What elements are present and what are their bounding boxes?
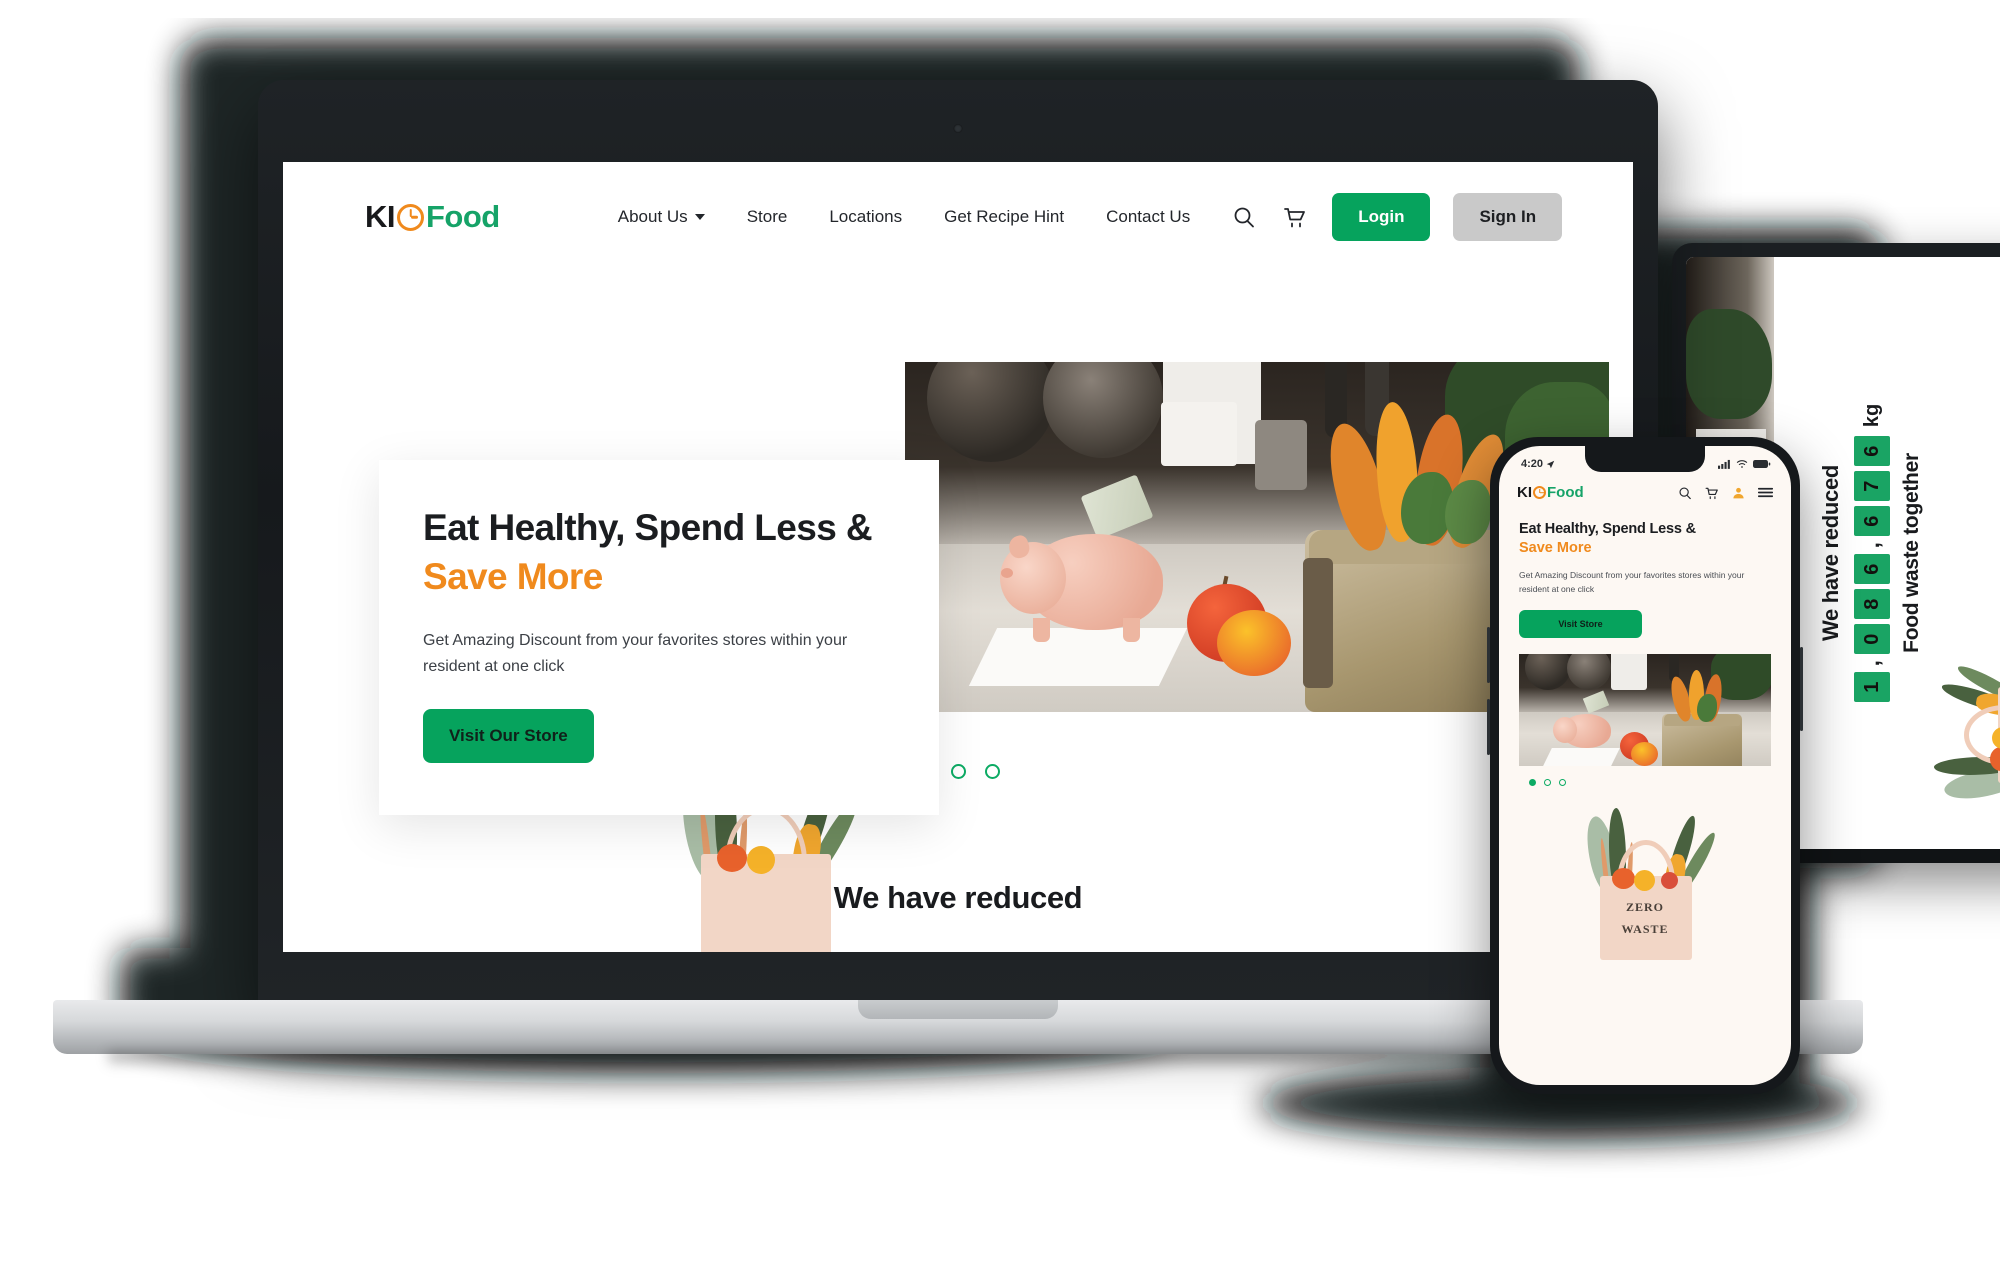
bag-text-zero: ZERO	[1625, 900, 1664, 915]
tablet-counter-subtitle: Food waste together	[1900, 453, 1923, 653]
carousel-dot-3[interactable]	[984, 764, 1000, 779]
phone-carousel-dots	[1519, 779, 1771, 787]
counter-digit: 1	[1854, 672, 1890, 703]
counter-unit: kg	[1860, 403, 1883, 428]
nav-label: Get Recipe Hint	[944, 207, 1065, 226]
clock-icon	[1533, 486, 1546, 499]
cellular-icon	[1718, 459, 1730, 469]
phone-hero-paragraph: Get Amazing Discount from your favorites…	[1519, 570, 1745, 595]
nav-label: About Us	[617, 207, 688, 226]
phone-visit-store-button[interactable]: Visit Store	[1519, 610, 1642, 639]
nav-label: Locations	[829, 207, 903, 226]
brand-name-suffix: Food	[426, 199, 500, 234]
hamburger-menu-icon[interactable]	[1758, 486, 1773, 499]
nav-item-contact-us[interactable]: Contact Us	[1106, 207, 1190, 227]
visit-our-store-button[interactable]: Visit Our Store	[423, 709, 594, 764]
phone-hero-heading-line2: Save More	[1519, 540, 1592, 556]
status-time: 4:20	[1521, 458, 1544, 470]
phone-zero-waste-bag-illustration: ZERO WASTE	[1575, 807, 1719, 961]
site-header: KI Food About Us Store Locations Get Rec…	[283, 162, 1633, 272]
search-icon[interactable]	[1678, 486, 1692, 500]
nav-item-about-us[interactable]: About Us	[618, 207, 705, 227]
we-have-reduced-section: We have reduced	[283, 767, 1633, 952]
phone-notch	[1585, 446, 1705, 472]
counter-digit: 0	[1854, 624, 1890, 655]
phone-device: 4:20 KI Food Eat Healthy, Spend Less & S…	[1487, 437, 1803, 1094]
phone-hero-photo-kitchen	[1519, 654, 1771, 767]
chevron-down-icon	[694, 214, 705, 220]
nav-item-get-recipe-hint[interactable]: Get Recipe Hint	[944, 207, 1064, 227]
counter-digit: 7	[1854, 471, 1890, 502]
laptop-base-notch	[858, 1000, 1058, 1019]
battery-icon	[1753, 459, 1771, 469]
carousel-dot-2[interactable]	[950, 764, 966, 779]
screenshot-stage: We have reduced 1 , 0 8 6 , 6 7 6 kg Foo…	[0, 0, 2000, 1285]
phone-brand-logo[interactable]: KI Food	[1517, 484, 1584, 501]
counter-separator: ,	[1859, 660, 1884, 667]
counter-digit: 6	[1854, 436, 1890, 467]
hero-paragraph: Get Amazing Discount from your favorites…	[423, 631, 848, 675]
carousel-dot-1[interactable]	[1529, 779, 1536, 787]
main-navigation: About Us Store Locations Get Recipe Hint	[618, 207, 1190, 227]
nav-label: Contact Us	[1106, 207, 1191, 226]
brand-logo[interactable]: KI Food	[365, 199, 500, 235]
counter-digit: 8	[1854, 589, 1890, 620]
location-arrow-icon	[1546, 460, 1555, 468]
hero-heading-line1: Eat Healthy, Spend Less &	[423, 507, 873, 548]
hero-heading-line2: Save More	[423, 555, 603, 597]
brand-name-prefix: KI	[1517, 484, 1532, 501]
counter-separator: ,	[1859, 542, 1884, 549]
phone-hero-image	[1519, 654, 1771, 767]
hero-text-card: Eat Healthy, Spend Less & Save More Get …	[379, 460, 939, 816]
carousel-dot-3[interactable]	[1559, 779, 1566, 787]
user-icon[interactable]	[1732, 486, 1745, 500]
counter-digit: 6	[1854, 506, 1890, 537]
cart-icon[interactable]	[1281, 203, 1309, 231]
phone-header: KI Food	[1499, 470, 1791, 501]
tablet-counter-title: We have reduced	[1818, 464, 1843, 642]
laptop-webcam	[953, 124, 963, 133]
phone-hero-heading-line1: Eat Healthy, Spend Less &	[1519, 521, 1696, 537]
phone-header-icons	[1678, 486, 1773, 500]
phone-volume-up-button[interactable]	[1487, 627, 1490, 683]
nav-item-locations[interactable]: Locations	[829, 207, 902, 227]
signin-button[interactable]: Sign In	[1453, 193, 1563, 241]
laptop-device: KI Food About Us Store Locations Get Rec…	[53, 80, 1863, 1068]
search-icon[interactable]	[1230, 203, 1258, 231]
login-button[interactable]: Login	[1332, 193, 1431, 241]
tablet-counter-section: We have reduced 1 , 0 8 6 , 6 7 6 kg Foo…	[1804, 257, 1924, 849]
carousel-dot-2[interactable]	[1544, 779, 1551, 787]
tablet-counter-digits: 1 , 0 8 6 , 6 7 6 kg	[1854, 403, 1890, 703]
cart-icon[interactable]	[1705, 486, 1719, 500]
section-heading-we-have-reduced: We have reduced	[833, 880, 1083, 915]
phone-power-button[interactable]	[1800, 647, 1803, 731]
phone-screen: 4:20 KI Food Eat Healthy, Spend Less & S…	[1499, 446, 1791, 1085]
clock-icon	[397, 203, 424, 231]
nav-item-store[interactable]: Store	[747, 207, 788, 227]
phone-hero-section: Eat Healthy, Spend Less & Save More Get …	[1499, 501, 1791, 961]
phone-volume-down-button[interactable]	[1487, 699, 1490, 755]
nav-label: Store	[746, 207, 788, 226]
tablet-zero-waste-bag-illustration: ZERO WASTE	[1933, 661, 2000, 811]
hero-section: Eat Healthy, Spend Less & Save More Get …	[283, 272, 1633, 832]
brand-name-suffix: Food	[1547, 484, 1584, 501]
wifi-icon	[1736, 460, 1748, 468]
website-desktop: KI Food About Us Store Locations Get Rec…	[283, 162, 1633, 952]
header-actions: Login Sign In	[1230, 193, 1563, 241]
bag-text-waste: WASTE	[1621, 922, 1669, 937]
laptop-screen: KI Food About Us Store Locations Get Rec…	[283, 162, 1633, 952]
counter-digit: 6	[1854, 554, 1890, 585]
brand-name-prefix: KI	[365, 199, 396, 234]
